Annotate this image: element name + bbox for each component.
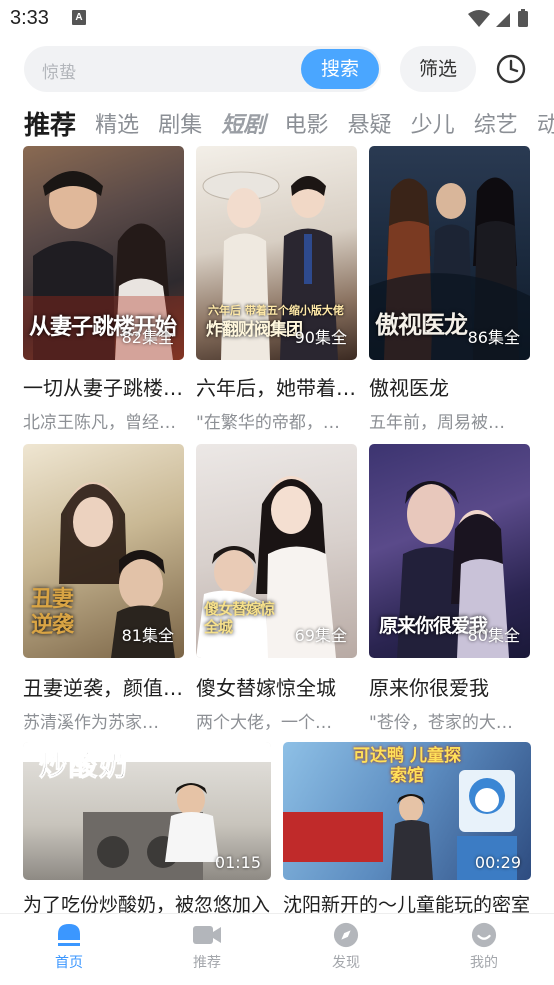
poster-title: 傻女替嫁惊全城 (204, 600, 275, 636)
drama-title: 原来你很爱我 (369, 676, 489, 700)
drama-title: 傲视医龙 (369, 376, 449, 400)
drama-card[interactable]: 傻女替嫁惊全城 69集全 傻女替嫁惊全城 两个大佬，一个… (196, 444, 358, 734)
episode-count: 69集全 (294, 626, 347, 645)
episode-count: 90集全 (294, 328, 347, 347)
drama-desc: "在繁华的帝都，… (196, 413, 340, 433)
profile-icon (471, 922, 497, 948)
notification-icon: A (72, 10, 86, 25)
video-duration: 01:15 (214, 853, 261, 872)
episode-count: 82集全 (121, 328, 174, 347)
drama-title: 丑妻逆袭，颜值惊人 (23, 676, 183, 700)
nav-label: 首页 (55, 955, 83, 971)
nav-label: 我的 (470, 955, 498, 971)
drama-card[interactable]: 六年后 带着五个缩小版大佬 炸翻财阀集团 90集全 六年后，她带着萌宝归来 "在… (196, 146, 358, 436)
filter-button[interactable]: 筛选 (400, 46, 476, 92)
nav-home[interactable]: 首页 (29, 922, 109, 972)
tab-series[interactable]: 剧集 (158, 108, 202, 144)
episode-count: 81集全 (121, 626, 174, 645)
poster-title: 丑妻逆袭 (31, 586, 74, 638)
nav-recommend[interactable]: 推荐 (167, 922, 247, 972)
video-poster-text: 可达鸭 儿童探索馆 (353, 746, 461, 786)
tab-movie[interactable]: 电影 (284, 108, 328, 144)
drama-desc: 五年前，周易被… (369, 413, 505, 433)
video-duration: 00:29 (474, 853, 521, 872)
nav-label: 发现 (332, 955, 360, 971)
episode-count: 86集全 (467, 328, 520, 347)
drama-title: 一切从妻子跳楼开始 (23, 376, 183, 400)
search-button[interactable]: 搜索 (301, 49, 379, 89)
home-icon (58, 924, 80, 946)
drama-title: 傻女替嫁惊全城 (196, 676, 336, 700)
tab-variety[interactable]: 综艺 (474, 108, 518, 144)
tab-featured[interactable]: 精选 (95, 108, 139, 144)
drama-title: 六年后，她带着萌宝归来 (196, 376, 356, 400)
history-clock-icon[interactable] (495, 53, 527, 85)
tab-suspense[interactable]: 悬疑 (348, 108, 392, 144)
status-time: 3:33 (10, 7, 49, 29)
drama-poster[interactable]: 原来你很爱我 80集全 (369, 444, 530, 658)
drama-poster[interactable]: 傲视医龙 86集全 (369, 146, 530, 360)
video-thumbnail[interactable]: 可达鸭 儿童探索馆 00:29 (283, 742, 531, 880)
tab-anime[interactable]: 动漫 (537, 108, 554, 144)
video-card[interactable]: 炒酸奶 01:15 为了吃份炒酸奶，被忽悠加入 (23, 742, 271, 916)
video-icon (193, 926, 221, 944)
video-thumbnail[interactable]: 炒酸奶 01:15 (23, 742, 271, 880)
drama-card[interactable]: 丑妻逆袭 81集全 丑妻逆袭，颜值惊人 苏清溪作为苏家… (23, 444, 185, 734)
search-bar[interactable]: 惊蛰 搜索 (24, 46, 381, 92)
status-bar: 3:33 A (0, 0, 554, 36)
drama-poster[interactable]: 傻女替嫁惊全城 69集全 (196, 444, 357, 658)
drama-desc: 苏清溪作为苏家… (23, 713, 159, 733)
tab-recommend[interactable]: 推荐 (24, 108, 76, 144)
drama-card[interactable]: 傲视医龙 86集全 傲视医龙 五年前，周易被… (369, 146, 531, 436)
tab-short-drama[interactable]: 短剧 (221, 108, 265, 144)
drama-poster[interactable]: 六年后 带着五个缩小版大佬 炸翻财阀集团 90集全 (196, 146, 357, 360)
drama-card[interactable]: 原来你很爱我 80集全 原来你很爱我 "苍伶，苍家的大… (369, 444, 531, 734)
poster-title: 炸翻财阀集团 (206, 320, 303, 340)
search-input[interactable]: 惊蛰 (42, 58, 76, 83)
drama-desc: 北凉王陈凡，曾经的… (23, 413, 183, 433)
drama-poster[interactable]: 丑妻逆袭 81集全 (23, 444, 184, 658)
video-card[interactable]: 可达鸭 儿童探索馆 00:29 沈阳新开的～儿童能玩的密室 (283, 742, 531, 916)
drama-desc: 两个大佬，一个… (196, 713, 332, 733)
episode-count: 80集全 (467, 626, 520, 645)
poster-title: 傲视医龙 (375, 310, 468, 339)
tab-kids[interactable]: 少儿 (411, 108, 455, 144)
drama-poster[interactable]: 从妻子跳楼开始 82集全 (23, 146, 184, 360)
category-tabs: 推荐 精选 剧集 短剧 电影 悬疑 少儿 综艺 动漫 (24, 108, 554, 148)
drama-desc: "苍伶，苍家的大… (369, 713, 513, 733)
drama-card[interactable]: 从妻子跳楼开始 82集全 一切从妻子跳楼开始 北凉王陈凡，曾经的… (23, 146, 185, 436)
compass-icon (333, 922, 359, 948)
signal-wifi-battery-icon (468, 9, 528, 27)
nav-discover[interactable]: 发现 (306, 922, 386, 972)
nav-profile[interactable]: 我的 (444, 922, 524, 972)
bottom-navigation: 首页 推荐 发现 我的 (0, 913, 554, 985)
video-poster-text: 炒酸奶 (38, 749, 130, 783)
nav-label: 推荐 (193, 955, 221, 971)
